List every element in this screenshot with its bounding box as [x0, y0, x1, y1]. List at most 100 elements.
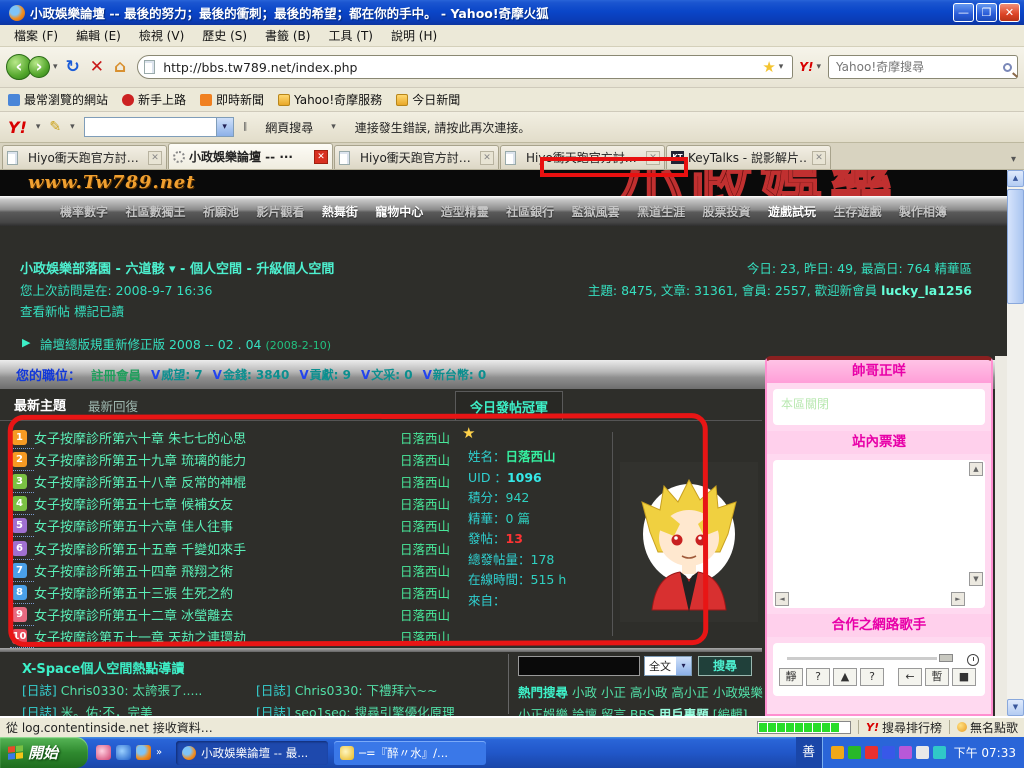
menu-bookmarks[interactable]: 書籤 (B) — [257, 25, 318, 46]
tray-icon[interactable] — [865, 746, 878, 759]
web-search-dropdown-icon[interactable]: ▾ — [331, 122, 336, 132]
forum-search-input[interactable] — [518, 656, 640, 676]
tray-icon[interactable] — [848, 746, 861, 759]
tab-hiyo-1[interactable]: Hiyo衝天跑官方討… ✕ — [2, 145, 167, 169]
page-scrollbar[interactable]: ▲ ▼ — [1007, 170, 1024, 716]
bookmark-star-icon[interactable]: ★ — [762, 58, 775, 76]
tray-icon[interactable] — [916, 746, 929, 759]
search-scope-select[interactable]: 全文▾ — [644, 656, 692, 676]
blog-entry-link[interactable]: [日誌] 米。佑:不，完美 — [22, 702, 152, 716]
history-dropdown-icon[interactable]: ▾ — [53, 62, 58, 72]
search-rank-button[interactable]: Y!搜尋排行榜 — [866, 719, 942, 736]
bookmark-most-visited[interactable]: 最常瀏覽的網站 — [8, 91, 108, 108]
quick-launch-icon[interactable] — [96, 745, 111, 760]
minimize-button[interactable]: — — [953, 3, 974, 22]
scrollbar-thumb[interactable] — [1007, 189, 1024, 304]
quick-launch-overflow-icon[interactable]: » — [156, 747, 162, 758]
slider-handle[interactable] — [939, 654, 953, 662]
nav-item[interactable]: 遊戲試玩 — [768, 203, 816, 220]
bookmark-today-news[interactable]: 今日新聞 — [396, 91, 460, 108]
menu-history[interactable]: 歷史 (S) — [194, 25, 255, 46]
url-dropdown-icon[interactable]: ▾ — [779, 62, 784, 72]
stop-button[interactable]: ✕ — [90, 57, 104, 77]
tab-overflow-icon[interactable]: ▾ — [1011, 154, 1022, 169]
nav-item[interactable]: 造型精靈 — [441, 203, 489, 220]
tab-new-topics[interactable]: 最新主題 — [14, 395, 66, 414]
yahoo-search-logo[interactable]: Y! — [799, 60, 813, 74]
player-mute-button[interactable]: 靜 — [779, 668, 803, 686]
player-button[interactable]: ? — [806, 668, 830, 686]
scroll-up-icon[interactable]: ▲ — [969, 462, 983, 476]
blog-entry-link[interactable]: [日誌] Chris0330: 下禮拜六~~ — [256, 680, 437, 699]
menu-tools[interactable]: 工具 (T) — [320, 25, 381, 46]
tray-icon[interactable] — [882, 746, 895, 759]
tab-forum-active[interactable]: 小政娛樂論壇 -- ··· ✕ — [168, 143, 333, 169]
nav-item[interactable]: 機率數字 — [60, 203, 108, 220]
player-seek-slider[interactable] — [787, 657, 937, 660]
bookmark-getting-started[interactable]: 新手上路 — [122, 91, 186, 108]
hot-search-line2[interactable]: 小正娛樂 論壇 留言 BBS 用戶專題 [編輯] — [518, 704, 748, 716]
player-stop-button[interactable]: ■ — [952, 668, 976, 686]
blog-entry-link[interactable]: [日誌] seo1seo: 搜尋引擎優化原理 — [256, 702, 455, 716]
toolbar-message[interactable]: 連接發生錯誤, 請按此再次連接。 — [355, 119, 531, 136]
player-pause-button[interactable]: 暫 — [925, 668, 949, 686]
scroll-left-icon[interactable]: ◄ — [775, 592, 789, 606]
taskbar-task-firefox[interactable]: 小政娛樂論壇 -- 最... — [176, 741, 328, 765]
menu-edit[interactable]: 編輯 (E) — [68, 25, 129, 46]
yahoo-menu-dropdown-icon[interactable]: ▾ — [36, 122, 41, 132]
search-input[interactable] — [834, 59, 1003, 75]
tray-icon[interactable] — [899, 746, 912, 759]
player-button[interactable]: ▲ — [833, 668, 857, 686]
nav-item[interactable]: 熱舞街 — [322, 203, 358, 220]
scroll-right-icon[interactable]: ► — [951, 592, 965, 606]
nav-item[interactable]: 股票投資 — [703, 203, 751, 220]
internet-explorer-icon[interactable] — [116, 745, 131, 760]
taskbar-task-messenger[interactable]: ─=『醉〃水』/... — [334, 741, 486, 765]
tab-close-icon[interactable]: ✕ — [480, 151, 494, 165]
player-button[interactable]: ? — [860, 668, 884, 686]
scrollbar-down-icon[interactable]: ▼ — [1007, 699, 1024, 716]
select-dropdown-icon[interactable]: ▾ — [676, 657, 691, 675]
nav-item[interactable]: 社區數獨王 — [125, 203, 185, 220]
bookmark-yahoo-services[interactable]: Yahoo!奇摩服務 — [278, 91, 382, 108]
player-back-button[interactable]: ← — [898, 668, 922, 686]
search-engine-dropdown-icon[interactable]: ▾ — [816, 62, 821, 72]
tab-hiyo-2[interactable]: Hiyo衝天跑官方討… ✕ — [334, 145, 499, 169]
tab-close-icon[interactable]: ✕ — [314, 150, 328, 164]
pencil-icon[interactable]: ✎ — [49, 119, 61, 135]
yahoo-toolbar-logo[interactable]: Y! — [8, 118, 27, 137]
search-icon[interactable] — [1003, 63, 1012, 72]
tray-icon[interactable] — [933, 746, 946, 759]
edit-link[interactable]: [編輯] — [713, 707, 748, 716]
blog-entry-link[interactable]: [日誌] Chris0330: 太誇張了..... — [22, 680, 202, 699]
forum-search-button[interactable]: 搜尋 — [698, 656, 752, 676]
web-search-button[interactable]: 網頁搜尋 — [256, 116, 322, 139]
announcement-link[interactable]: 論壇總版規重新修正版 2008 -- 02 . 04 (2008-2-10) — [40, 334, 331, 353]
scrollbar-up-icon[interactable]: ▲ — [1007, 170, 1024, 187]
tab-close-icon[interactable]: ✕ — [148, 151, 162, 165]
url-input[interactable] — [161, 59, 762, 76]
tab-keytalks[interactable]: KT KeyTalks - 說影解片… ✕ — [666, 145, 831, 169]
nav-item[interactable]: 監獄風雲 — [572, 203, 620, 220]
nav-item[interactable]: 生存遊戲 — [833, 203, 881, 220]
maximize-button[interactable]: ❐ — [976, 3, 997, 22]
view-new-posts-link[interactable]: 查看新帖 標記已讀 — [20, 301, 124, 320]
breadcrumb[interactable]: 小政娛樂部落園 - 六道骸 ▾ - 個人空間 - 升級個人空間 — [20, 258, 334, 277]
tray-icon[interactable] — [831, 746, 844, 759]
reload-button[interactable]: ↻ — [66, 57, 80, 77]
language-indicator[interactable]: 善 — [796, 737, 822, 768]
tab-new-replies[interactable]: 最新回復 — [88, 396, 138, 415]
nav-item[interactable]: 社區銀行 — [506, 203, 554, 220]
menu-file[interactable]: 檔案 (F) — [6, 25, 66, 46]
nav-item[interactable]: 影片觀看 — [256, 203, 304, 220]
yahoo-search-combobox[interactable]: ▾ — [84, 117, 234, 137]
close-button[interactable]: ✕ — [999, 3, 1020, 22]
scroll-down-icon[interactable]: ▼ — [969, 572, 983, 586]
firefox-quick-icon[interactable] — [136, 745, 151, 760]
pencil-dropdown-icon[interactable]: ▾ — [70, 122, 75, 132]
nav-item[interactable]: 祈願池 — [203, 203, 239, 220]
home-button[interactable]: ⌂ — [114, 57, 126, 77]
menu-help[interactable]: 說明 (H) — [383, 25, 445, 46]
nav-item[interactable]: 寵物中心 — [375, 203, 423, 220]
hot-search-line1[interactable]: 熱門搜尋 小政 小正 高小政 高小正 小政娛樂 — [518, 682, 763, 701]
